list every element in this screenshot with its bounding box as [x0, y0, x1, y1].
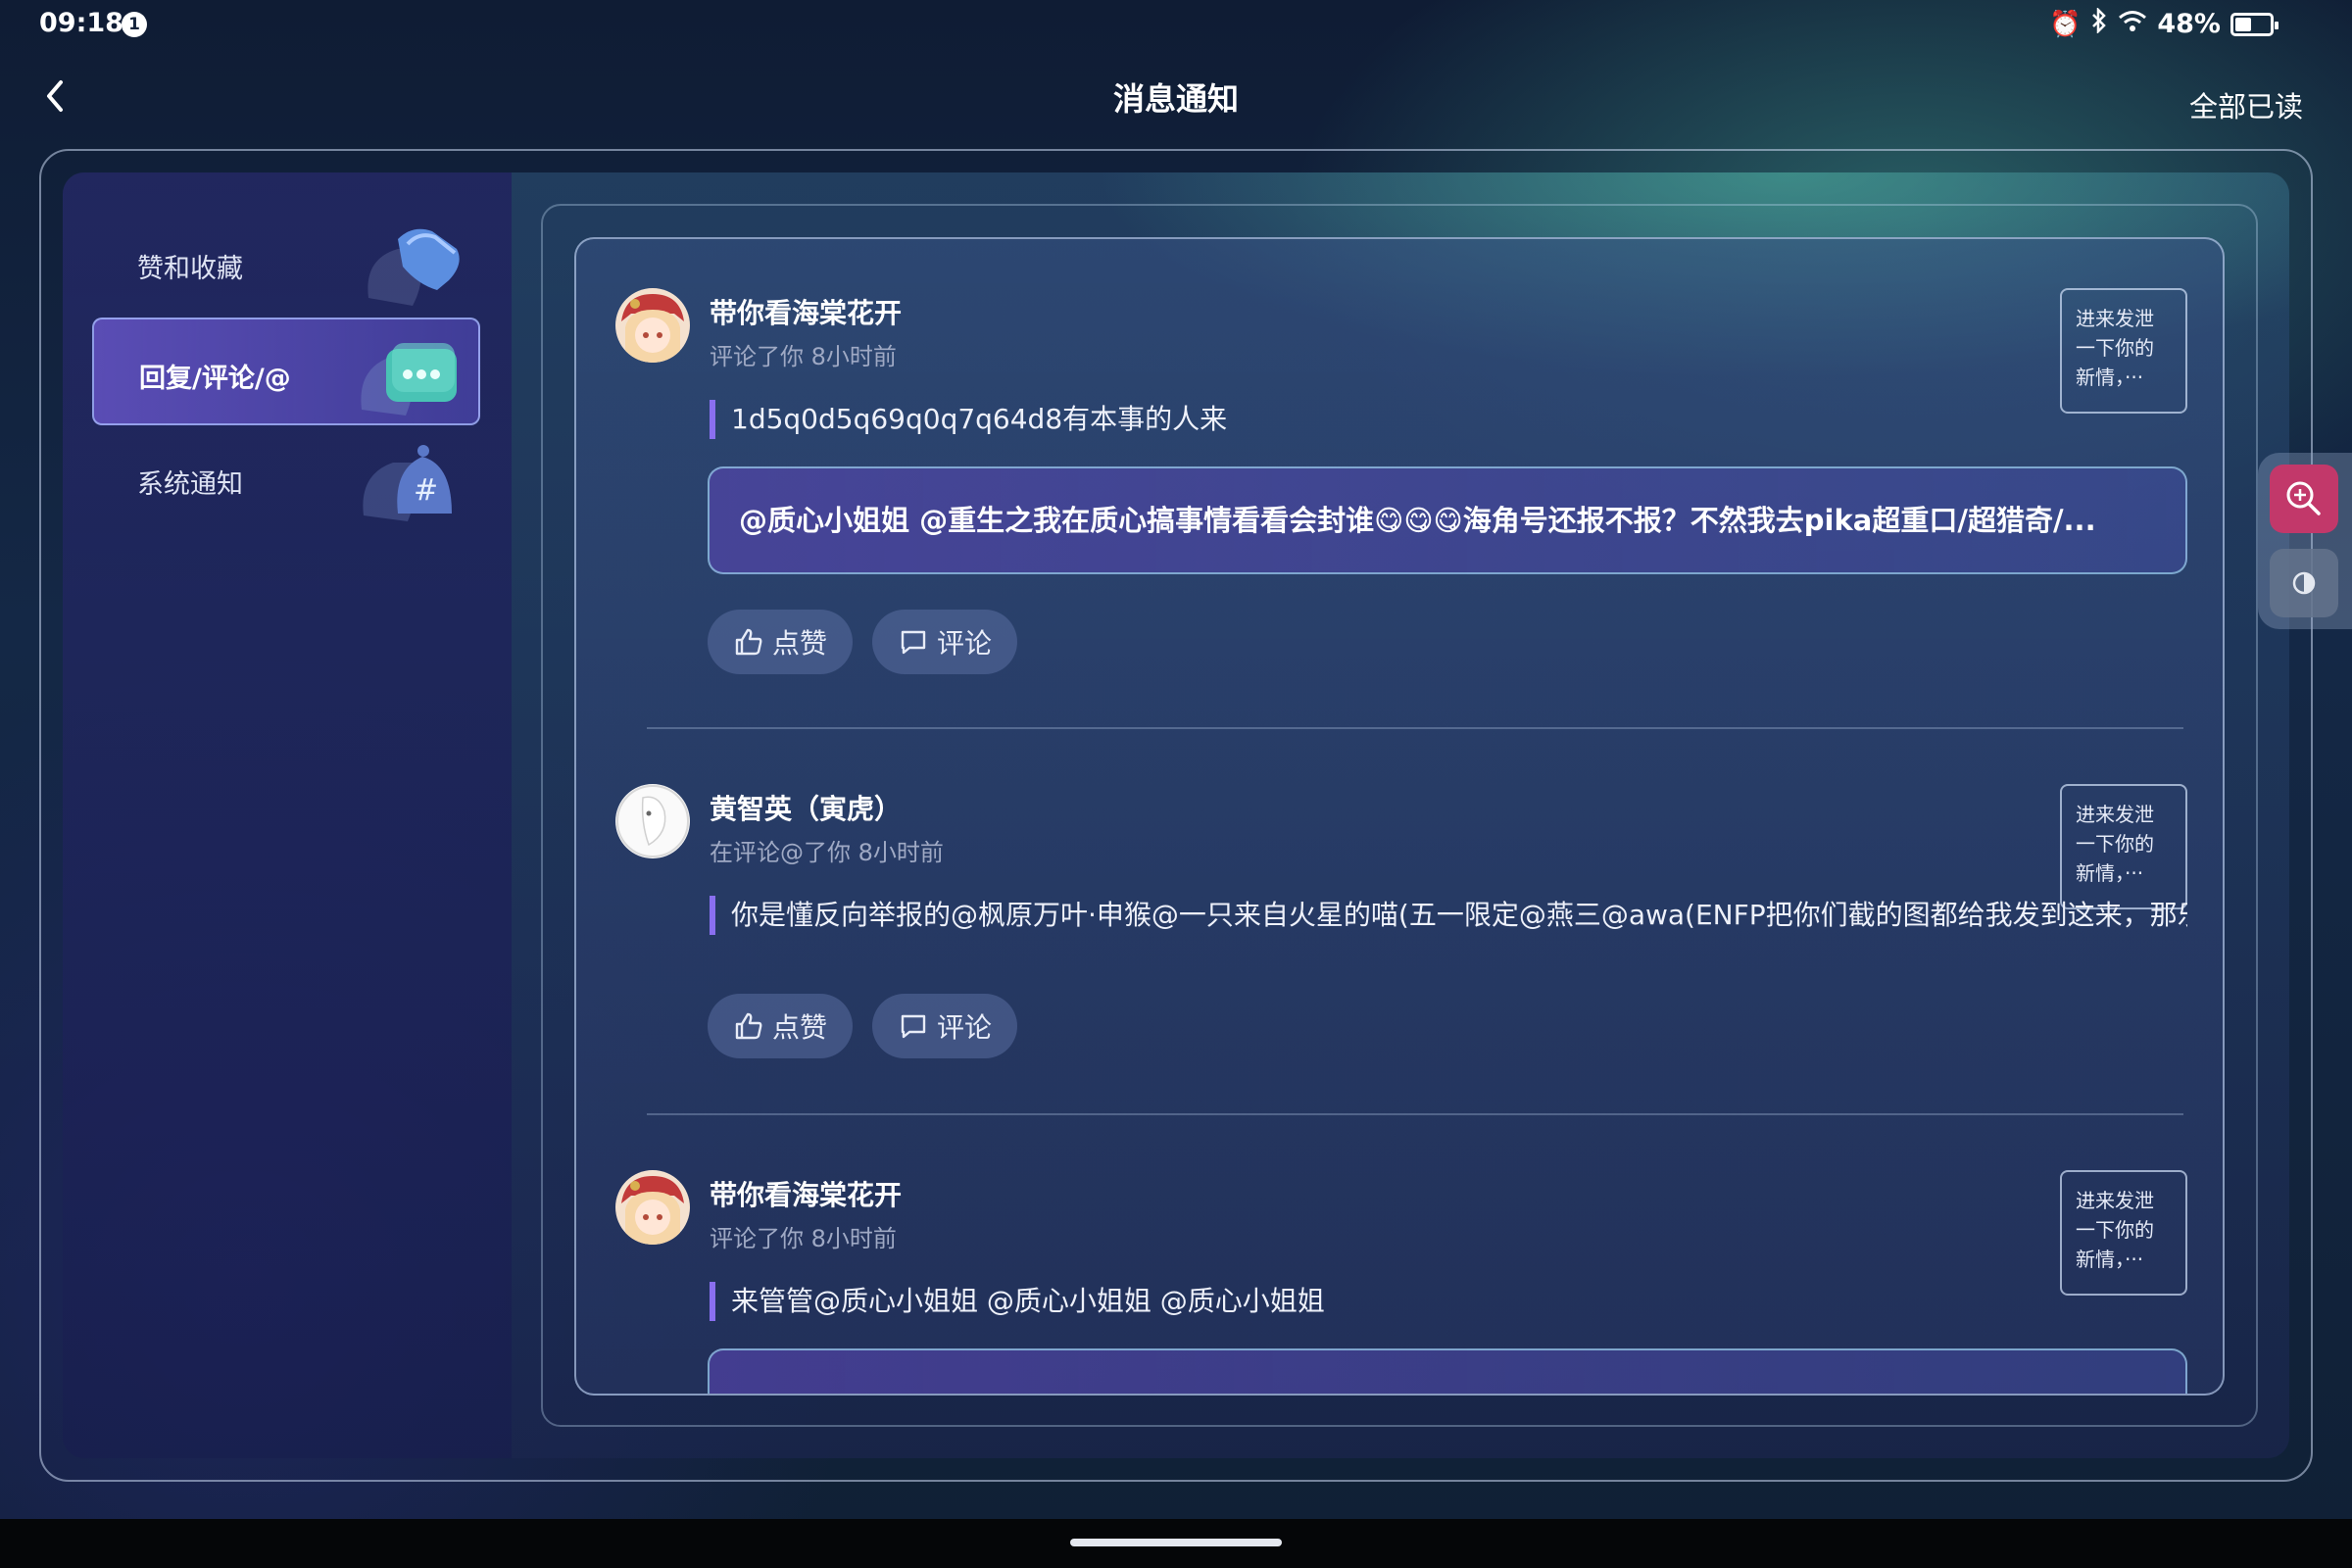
- quoted-comment[interactable]: 来管管@质心小姐姐 @质心小姐姐 @质心小姐姐: [710, 1282, 2187, 1321]
- notification-badge: 1: [122, 12, 147, 37]
- back-button[interactable]: [37, 74, 76, 118]
- divider: [647, 727, 2183, 729]
- status-bar: 09:18 1 ⏰ 48%: [0, 0, 2352, 51]
- message-meta: 在评论@了你 8小时前: [710, 839, 944, 866]
- contrast-button[interactable]: [2270, 549, 2338, 617]
- post-thumbnail[interactable]: 进来发泄 一下你的 新情，···: [2060, 784, 2187, 909]
- reply-preview[interactable]: [708, 1348, 2187, 1394]
- sidebar-item-replies[interactable]: 回复/评论/@: [92, 318, 480, 425]
- mark-all-read-button[interactable]: 全部已读: [2189, 84, 2303, 125]
- like-button[interactable]: 点赞: [708, 994, 854, 1058]
- avatar[interactable]: [615, 1170, 690, 1245]
- bluetooth-icon: [2090, 6, 2108, 40]
- sidebar-item-label: 赞和收藏: [137, 254, 243, 284]
- home-indicator[interactable]: [1070, 1539, 1282, 1546]
- like-button[interactable]: 点赞: [708, 610, 854, 674]
- thumbs-up-icon: [735, 628, 762, 656]
- zoom-in-icon: [2286, 481, 2321, 515]
- username[interactable]: 带你看海棠花开: [710, 292, 902, 331]
- comment-icon: [901, 1014, 926, 1039]
- comment-label: 评论: [937, 1011, 993, 1044]
- floating-toolbar: [2258, 453, 2352, 629]
- sidebar: 赞和收藏 回复/评论/@ 系统通知 #: [63, 172, 512, 1458]
- sidebar-item-likes[interactable]: 赞和收藏: [92, 210, 480, 318]
- chat-bubble-icon: [361, 343, 457, 416]
- comment-label: 评论: [937, 627, 993, 660]
- zoom-button[interactable]: [2270, 465, 2338, 533]
- quoted-comment[interactable]: 你是懂反向举报的@枫原万叶·申猴@一只来自火星的喵(五一限定@燕三@awa(EN…: [710, 896, 2187, 935]
- heart-bookmark-icon: [368, 228, 460, 306]
- sidebar-item-label: 回复/评论/@: [139, 364, 291, 394]
- bell-hash-icon: #: [363, 445, 452, 521]
- avatar[interactable]: [615, 784, 690, 858]
- post-thumbnail[interactable]: 进来发泄 一下你的 新情，···: [2060, 288, 2187, 414]
- quoted-comment[interactable]: 1d5q0d5q69q0q7q64d8有本事的人来: [710, 400, 2187, 439]
- message-meta: 评论了你 8小时前: [710, 1225, 897, 1252]
- divider: [647, 1113, 2183, 1115]
- message-meta: 评论了你 8小时前: [710, 343, 897, 370]
- thumbs-up-icon: [735, 1012, 762, 1040]
- wifi-icon: [2118, 9, 2147, 39]
- message-list[interactable]: 带你看海棠花开 评论了你 8小时前 进来发泄 一下你的 新情，··· 1d5q0…: [574, 237, 2225, 1396]
- username[interactable]: 带你看海棠花开: [710, 1174, 902, 1213]
- reply-preview[interactable]: @质心小姐姐 @重生之我在质心搞事情看看会封谁😋😋😋海角号还报不报？不然我去pi…: [708, 466, 2187, 574]
- chevron-left-icon: [47, 80, 63, 112]
- page-title: 消息通知: [1112, 80, 1239, 118]
- comment-button[interactable]: 评论: [872, 610, 1018, 674]
- avatar[interactable]: [615, 288, 690, 363]
- like-label: 点赞: [772, 1011, 828, 1044]
- alarm-icon: ⏰: [2048, 9, 2082, 39]
- sidebar-item-system[interactable]: 系统通知 #: [92, 425, 480, 533]
- comment-button[interactable]: 评论: [872, 994, 1018, 1058]
- contrast-icon: [2292, 571, 2316, 595]
- comment-icon: [901, 630, 926, 655]
- like-label: 点赞: [772, 627, 828, 660]
- status-time: 09:18: [39, 8, 123, 38]
- battery-percent: 48%: [2157, 9, 2221, 39]
- post-thumbnail[interactable]: 进来发泄 一下你的 新情，···: [2060, 1170, 2187, 1296]
- svg-text:#: #: [414, 473, 438, 508]
- sidebar-item-label: 系统通知: [137, 469, 243, 500]
- battery-icon: [2230, 12, 2278, 36]
- username[interactable]: 黄智英（寅虎）: [710, 788, 902, 827]
